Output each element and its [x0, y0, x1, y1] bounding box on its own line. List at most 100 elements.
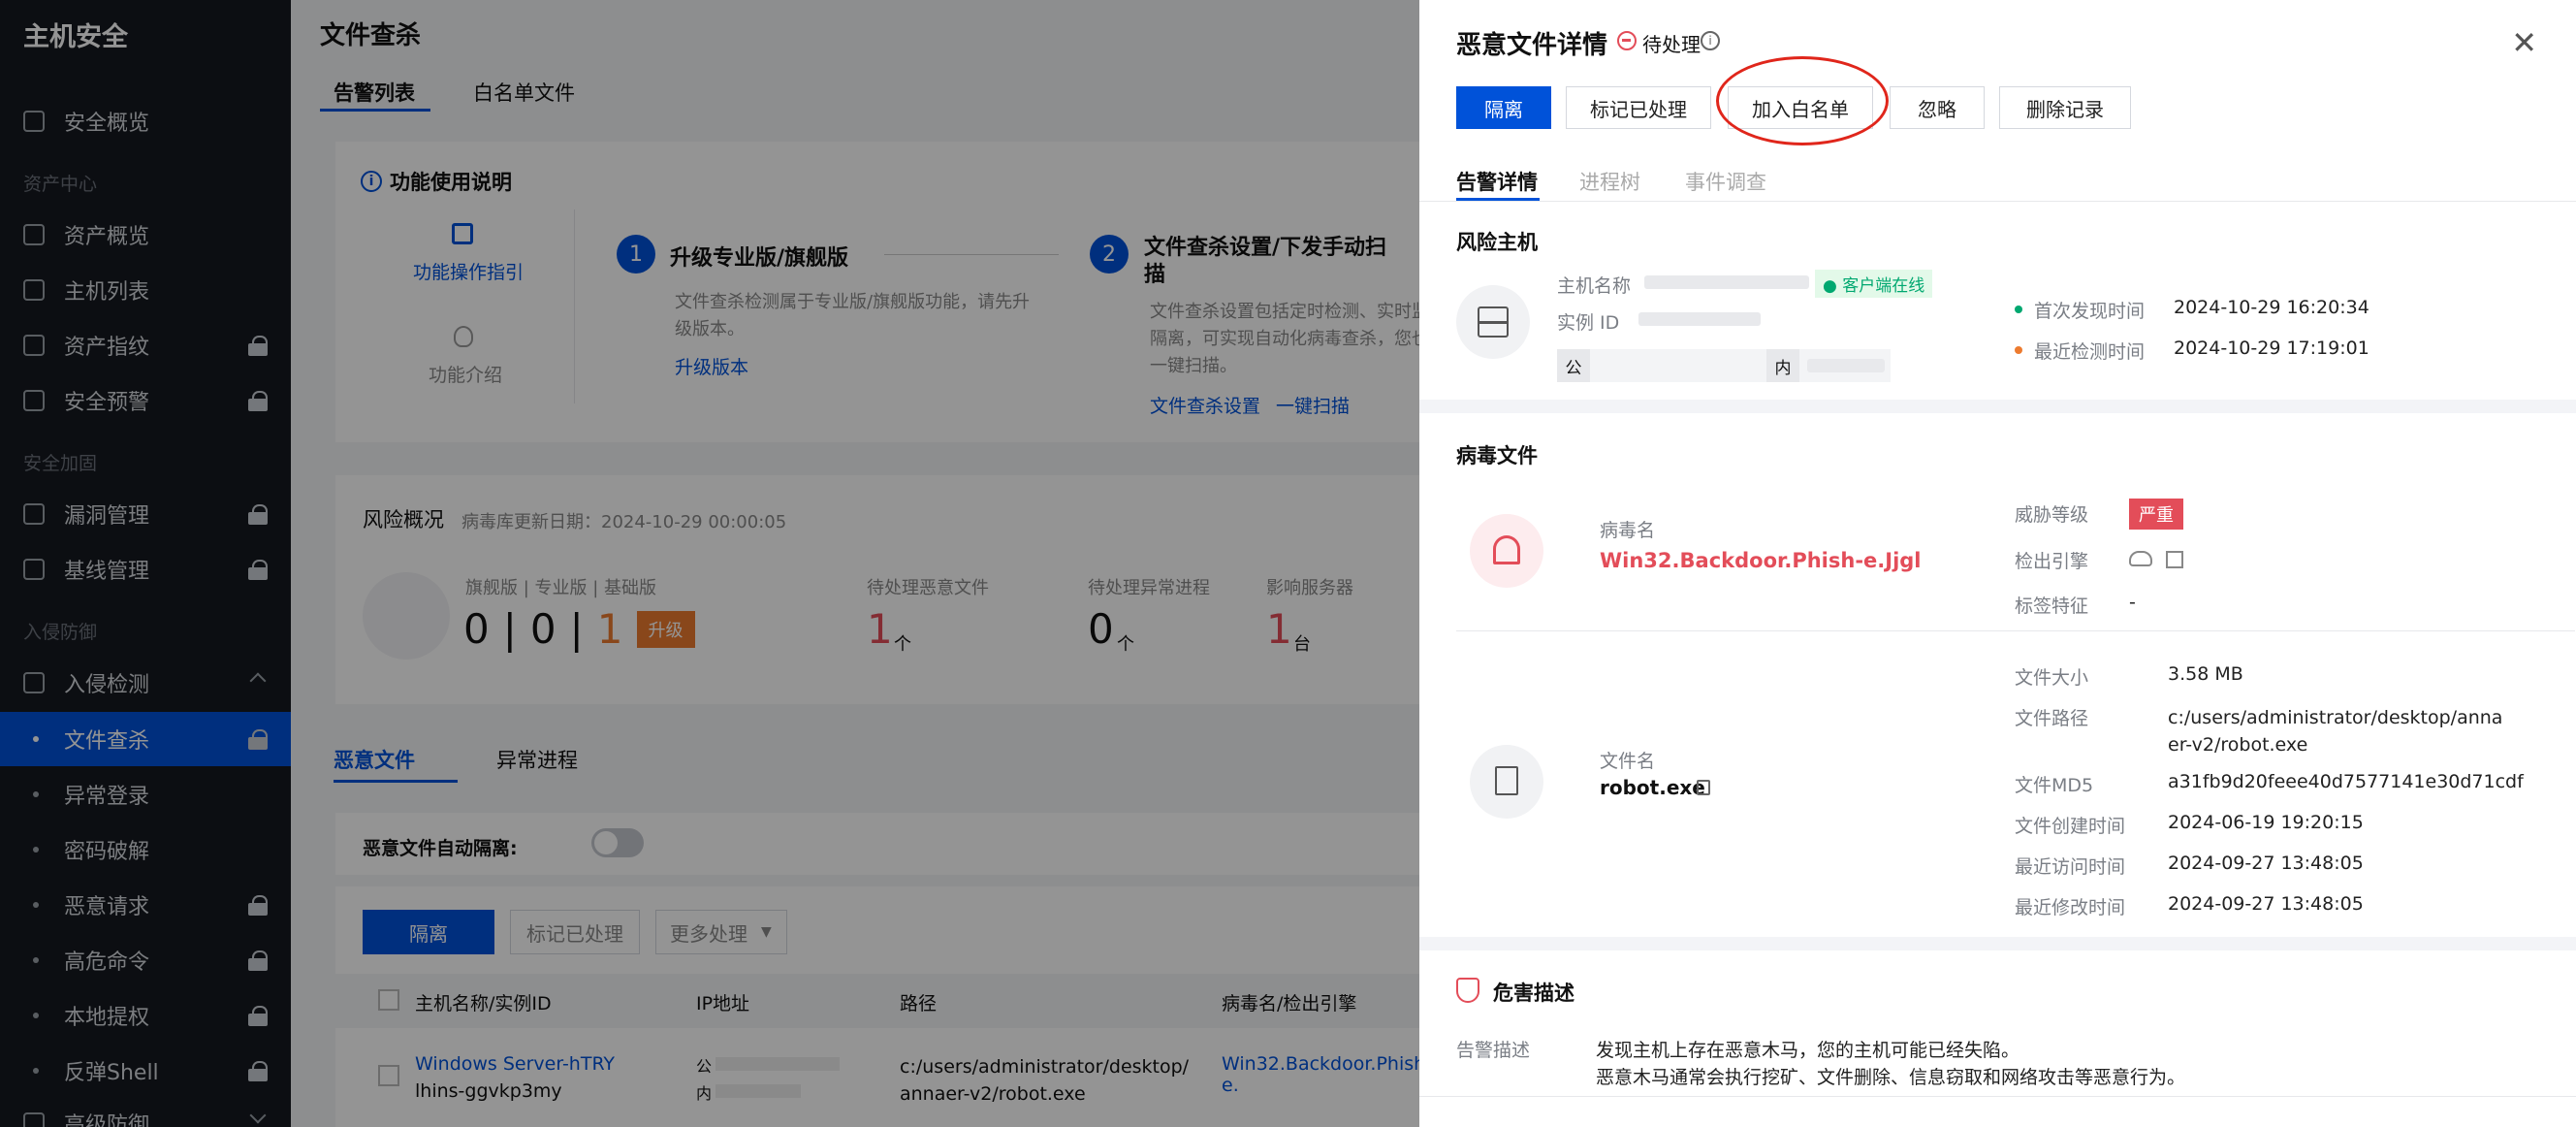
sidebar-item-password-crack[interactable]: 密码破解 [0, 822, 291, 877]
drawer-mark-handled-button[interactable]: 标记已处理 [1566, 86, 1711, 129]
drawer-isolate-button[interactable]: 隔离 [1456, 86, 1551, 129]
file-md5-label: 文件MD5 [2015, 775, 2094, 796]
lock-icon [248, 1006, 268, 1026]
tab-alert-list[interactable]: 告警列表 [334, 78, 415, 107]
list-icon [23, 279, 45, 301]
shield-alert-icon [1456, 978, 1479, 1003]
lock-icon [248, 504, 268, 525]
sidebar-item-host-list[interactable]: 主机列表 [0, 263, 291, 317]
sidebar-item-baseline[interactable]: 基线管理 [0, 542, 291, 596]
virus-name: Win32.Backdoor.Phish-e.Jjgl [1600, 549, 1922, 572]
cloud-engine-icon [2129, 551, 2152, 566]
editions-label: 旗舰版 | 专业版 | 基础版 [465, 578, 657, 598]
sidebar-item-file-scan[interactable]: 文件查杀 [0, 712, 291, 766]
sidebar-item-privilege[interactable]: 本地提权 [0, 988, 291, 1043]
bullet-icon [33, 902, 39, 908]
file-name-label: 文件名 [1600, 751, 1656, 772]
row-host-link[interactable]: Windows Server-hTRY [415, 1053, 615, 1075]
delete-record-button[interactable]: 删除记录 [1999, 86, 2131, 129]
tab-alert-detail[interactable]: 告警详情 [1456, 167, 1538, 196]
atime: 2024-09-27 13:48:05 [2168, 853, 2364, 874]
close-icon[interactable]: ✕ [2511, 27, 2537, 58]
isolate-button[interactable]: 隔离 [363, 910, 494, 954]
redacted-host-name [1644, 275, 1809, 289]
select-all-checkbox[interactable] [378, 989, 399, 1011]
sidebar-item-high-risk-cmd[interactable]: 高危命令 [0, 933, 291, 987]
basic-count: 1 [596, 605, 623, 653]
step1-desc: 文件查杀检测属于专业版/旗舰版功能，请先升级版本。 [675, 292, 1031, 339]
row-instance-id: lhins-ggvkp3my [415, 1080, 562, 1102]
sidebar-item-alert[interactable]: 安全预警 [0, 373, 291, 428]
lock-icon [248, 336, 268, 356]
info-icon: i [361, 171, 382, 192]
lock-icon [248, 1061, 268, 1081]
atime-label: 最近访问时间 [2015, 856, 2126, 878]
sidebar-item-overview[interactable]: 安全概览 [0, 94, 291, 148]
sidebar-title: 主机安全 [23, 22, 128, 52]
tag-value: - [2129, 592, 2136, 613]
risk-title: 风险概况 [363, 508, 444, 531]
ignore-button[interactable]: 忽略 [1890, 86, 1985, 129]
row-path: c:/users/administrator/desktop/annaer-v2… [900, 1056, 1190, 1105]
more-actions-button[interactable]: 更多处理 ▼ [655, 910, 787, 954]
file-size: 3.58 MB [2168, 663, 2243, 685]
info-icon[interactable]: i [1701, 31, 1720, 50]
tab-process-tree[interactable]: 进程树 [1579, 167, 1640, 196]
auto-isolate-label: 恶意文件自动隔离: [363, 838, 518, 859]
sidebar-item-intrusion[interactable]: 入侵检测 [0, 656, 291, 710]
dashboard-icon [23, 111, 45, 132]
sidebar-item-advanced[interactable]: 高级防御 [0, 1096, 291, 1127]
one-click-scan-link[interactable]: 一键扫描 [1276, 392, 1350, 418]
sidebar-group-hardening: 安全加固 [23, 453, 98, 474]
step2-badge: 2 [1090, 235, 1129, 274]
bullet-icon [33, 791, 39, 797]
annotation-circle [1716, 56, 1889, 145]
tab-whitelist[interactable]: 白名单文件 [473, 78, 575, 107]
tab-event-investigation[interactable]: 事件调查 [1685, 167, 1766, 196]
last-check-dot [2015, 346, 2022, 354]
online-badge: ● 客户端在线 [1815, 270, 1933, 298]
cube-icon [23, 559, 45, 580]
auto-isolate-toggle[interactable] [591, 828, 644, 857]
sidebar-item-abnormal-login[interactable]: 异常登录 [0, 767, 291, 821]
sidebar-group-defense: 入侵防御 [23, 622, 98, 643]
harm-desc-line1: 发现主机上存在恶意木马，您的主机可能已经失陷。 [1596, 1040, 2020, 1061]
drawer-title: 恶意文件详情 [1456, 31, 1608, 60]
sidebar-item-vuln[interactable]: 漏洞管理 [0, 487, 291, 541]
table-header: 主机名称/实例ID IP地址 路径 病毒名/检出引擎 [335, 974, 1419, 1028]
chart-icon [23, 224, 45, 245]
last-check-time: 2024-10-29 17:19:01 [2174, 338, 2369, 359]
row-virus-link[interactable]: Win32.Backdoor.Phish-e. [1222, 1053, 1432, 1096]
first-found-time: 2024-10-29 16:20:34 [2174, 297, 2369, 318]
upgrade-link[interactable]: 升级版本 [675, 353, 748, 379]
main-content: 文件查杀 告警列表 白名单文件 i 功能使用说明 功能操作指引 功能介绍 1 升… [291, 0, 1464, 1127]
lock-icon [248, 391, 268, 411]
guide-operation-link[interactable]: 功能操作指引 [413, 258, 524, 284]
bank-icon [23, 335, 45, 356]
virus-file-section: 病毒文件 [1456, 444, 1538, 467]
upgrade-button[interactable]: 升级 [636, 610, 695, 648]
pending-files-label: 待处理恶意文件 [867, 578, 989, 598]
guide-icon [452, 223, 473, 244]
pending-proc-label: 待处理异常进程 [1088, 578, 1210, 598]
tab-malicious-files[interactable]: 恶意文件 [334, 745, 415, 774]
row-checkbox[interactable] [378, 1065, 399, 1086]
sidebar-group-assets: 资产中心 [23, 174, 98, 195]
sidebar-item-reverse-shell[interactable]: 反弹Shell [0, 1044, 291, 1098]
redacted-ip [716, 1057, 840, 1071]
bullet-icon [33, 1068, 39, 1074]
scan-settings-link[interactable]: 文件查杀设置 [1150, 392, 1260, 418]
tab-abnormal-process[interactable]: 异常进程 [496, 745, 578, 774]
sidebar-item-malicious-request[interactable]: 恶意请求 [0, 878, 291, 932]
chevron-up-icon [249, 672, 267, 690]
lock-icon [248, 950, 268, 971]
guide-intro-link[interactable]: 功能介绍 [429, 361, 502, 387]
pending-files-count: 1 [867, 605, 893, 653]
copy-icon[interactable] [1697, 780, 1710, 795]
mark-handled-button[interactable]: 标记已处理 [510, 910, 640, 954]
mtime: 2024-09-27 13:48:05 [2168, 893, 2364, 915]
step1-title: 升级专业版/旗舰版 [670, 246, 849, 271]
sidebar-item-asset-overview[interactable]: 资产概览 [0, 208, 291, 262]
sidebar-item-fingerprint[interactable]: 资产指纹 [0, 318, 291, 372]
virus-name-label: 病毒名 [1600, 520, 1656, 541]
